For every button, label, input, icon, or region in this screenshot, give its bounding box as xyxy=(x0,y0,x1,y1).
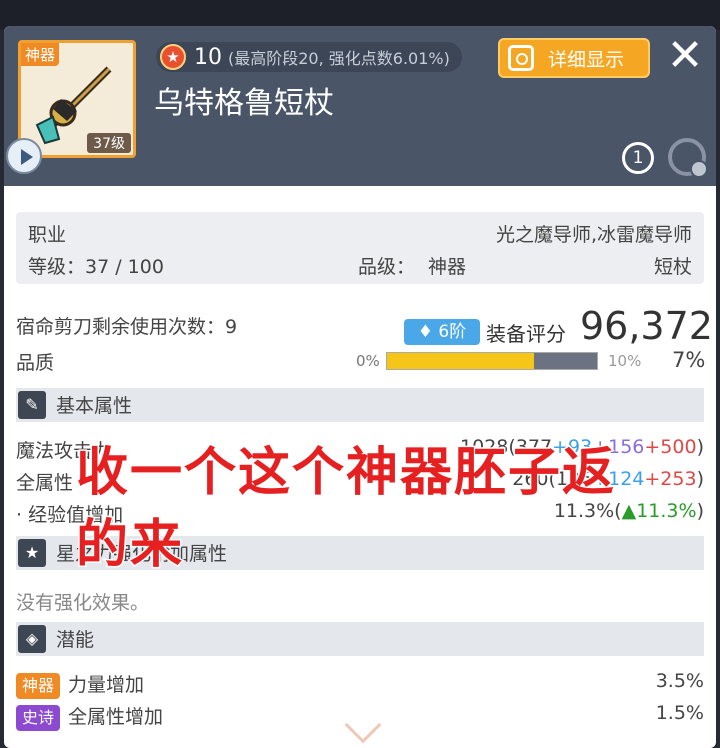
diamond-icon: ♦ xyxy=(417,322,433,342)
no-effect-text: 没有强化效果。 xyxy=(16,592,150,614)
cube-icon: ◈ xyxy=(18,625,46,653)
job-value: 光之魔导师,冰雷魔导师 xyxy=(495,224,692,246)
potential-row: 神器 力量增加 xyxy=(16,670,144,699)
item-header: 神器 37级 ★ 10 (最高阶段20, 强化点数6.01%) 乌特格鲁短杖 详… xyxy=(4,26,716,186)
close-button[interactable]: ✕ xyxy=(662,34,708,80)
stat-close: ) xyxy=(696,436,704,458)
score-value: 96,372 xyxy=(580,304,713,348)
potential-name: 全属性增加 xyxy=(68,706,164,728)
stat-close: ) xyxy=(696,468,704,490)
stat-plus-red: +253 xyxy=(644,468,697,490)
weapon-type: 短杖 xyxy=(653,256,692,278)
magnifier-icon xyxy=(508,45,534,71)
play-icon[interactable] xyxy=(6,138,42,174)
quality-max: 10% xyxy=(608,352,642,370)
stat-row-all-stats: 全属性 xyxy=(16,468,73,495)
section-potential: ◈ 潜能 xyxy=(16,622,704,656)
item-grade-tag: 神器 xyxy=(21,43,60,66)
tier-badge: ♦ 6阶 xyxy=(404,319,480,345)
preset-one-icon[interactable]: 1 xyxy=(622,142,654,174)
potential-grade-tag: 史诗 xyxy=(16,704,60,731)
exp-up: ▲11.3% xyxy=(621,500,697,522)
score-label: 装备评分 xyxy=(486,322,566,346)
detail-view-button[interactable]: 详细显示 xyxy=(498,38,650,78)
potential-grade-tag: 神器 xyxy=(16,672,60,699)
stat-name: 全属性 xyxy=(16,472,74,494)
scepter-icon xyxy=(35,66,112,145)
overlay-caption-line1: 收一个这个神器胚子返 xyxy=(74,442,617,505)
potential-value: 1.5% xyxy=(655,702,704,724)
rank-label: 品级： xyxy=(358,256,416,278)
lock-settings-icon[interactable] xyxy=(668,138,708,178)
item-tooltip-card: 神器 37级 ★ 10 (最高阶段20, 强化点数6.01%) 乌特格鲁短杖 详… xyxy=(4,26,716,748)
scissors-count: 宿命剪刀剩余使用次数：9 xyxy=(16,316,238,338)
starforce-note: (最高阶段20, 强化点数6.01%) xyxy=(228,49,450,68)
potential-name: 力量增加 xyxy=(68,674,145,696)
potential-value: 3.5% xyxy=(655,670,704,692)
exp-close: ) xyxy=(696,500,704,522)
chevron-down-icon[interactable] xyxy=(344,706,382,744)
potential-row: 史诗 全属性增加 xyxy=(16,702,163,731)
quality-value: 7% xyxy=(672,348,706,372)
job-label: 职业 xyxy=(28,224,67,246)
tier-label: 6阶 xyxy=(438,322,467,342)
section-basic-title: 基本属性 xyxy=(56,395,133,417)
overlay-caption-line2: 的来 xyxy=(74,514,185,577)
item-level-tag: 37级 xyxy=(87,133,131,153)
stat-plus-red: +500 xyxy=(644,436,697,458)
sword-icon: ✎ xyxy=(18,391,46,419)
rank-value: 神器 xyxy=(428,256,467,278)
item-name: 乌特格鲁短杖 xyxy=(154,86,334,121)
section-potential-title: 潜能 xyxy=(56,629,95,651)
star-icon: ★ xyxy=(160,44,186,70)
starforce-count: 10 xyxy=(194,44,222,70)
quality-min: 0% xyxy=(356,352,380,370)
star-icon: ★ xyxy=(18,539,46,567)
level-text: 等级：37 / 100 xyxy=(28,256,164,278)
item-thumbnail: 神器 37级 xyxy=(18,40,136,158)
quality-label: 品质 xyxy=(16,352,55,374)
starforce-line: ★ 10 (最高阶段20, 强化点数6.01%) xyxy=(156,42,462,72)
section-basic-stats: ✎ 基本属性 xyxy=(16,388,704,422)
quality-bar-fill xyxy=(387,353,534,369)
detail-view-label: 详细显示 xyxy=(548,48,625,71)
quality-bar xyxy=(386,352,598,370)
